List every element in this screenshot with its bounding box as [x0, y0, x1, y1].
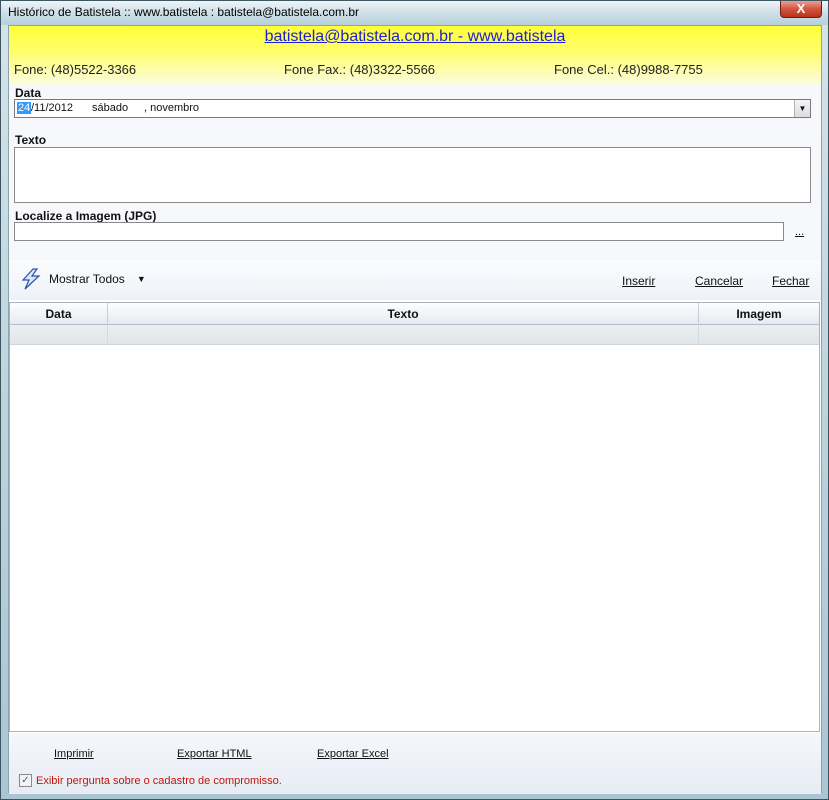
column-header-texto[interactable]: Texto [108, 303, 699, 325]
footer-bar: Imprimir Exportar HTML Exportar Excel ✓ … [9, 733, 821, 794]
confirm-checkbox-label[interactable]: Exibir pergunta sobre o cadastro de comp… [36, 775, 282, 787]
browse-button[interactable]: ... [795, 226, 804, 238]
date-month-name: , novembro [144, 102, 200, 114]
confirm-checkbox[interactable]: ✓ [19, 774, 32, 787]
entry-form: Data 24 /11/2012 sábado , novembro ▼ Tex… [9, 86, 821, 260]
table-cell[interactable] [108, 325, 699, 345]
confirm-checkbox-row[interactable]: ✓ Exibir pergunta sobre o cadastro de co… [19, 774, 282, 787]
email-website-link[interactable]: batistela@batistela.com.br - www.batiste… [9, 28, 821, 46]
app-window: Histórico de Batistela :: www.batistela … [0, 0, 829, 800]
export-excel-button[interactable]: Exportar Excel [317, 748, 389, 760]
close-form-button[interactable]: Fechar [772, 274, 809, 288]
cancel-button[interactable]: Cancelar [695, 274, 743, 288]
image-label: Localize a Imagem (JPG) [15, 209, 157, 223]
toolbar: Mostrar Todos ▼ Inserir Cancelar Fechar [9, 260, 821, 300]
table-cell[interactable] [10, 325, 108, 345]
chevron-down-icon[interactable]: ▼ [137, 274, 146, 284]
history-grid[interactable]: Data Texto Imagem [9, 302, 820, 732]
column-header-imagem[interactable]: Imagem [699, 303, 819, 325]
grid-header: Data Texto Imagem [10, 303, 819, 325]
table-row[interactable] [10, 325, 819, 345]
print-button[interactable]: Imprimir [54, 748, 94, 760]
contact-header: batistela@batistela.com.br - www.batiste… [9, 26, 821, 86]
export-html-button[interactable]: Exportar HTML [177, 748, 252, 760]
close-button[interactable]: X [780, 1, 822, 18]
insert-button[interactable]: Inserir [622, 274, 655, 288]
mostrar-todos-button[interactable]: Mostrar Todos ▼ [19, 268, 146, 290]
dropdown-arrow-icon[interactable]: ▼ [794, 100, 810, 117]
column-header-data[interactable]: Data [10, 303, 108, 325]
date-label: Data [15, 86, 42, 100]
date-day[interactable]: 24 [17, 102, 32, 114]
image-path-input[interactable] [14, 222, 784, 241]
lightning-icon [21, 268, 41, 290]
client-area: batistela@batistela.com.br - www.batiste… [8, 25, 822, 794]
date-weekday: sábado [92, 102, 129, 114]
fax-text: Fone Fax.: (48)3322-5566 [284, 62, 436, 77]
mostrar-todos-label: Mostrar Todos [49, 272, 125, 286]
phone-text: Fone: (48)5522-3366 [14, 62, 137, 77]
title-bar[interactable]: Histórico de Batistela :: www.batistela … [1, 1, 828, 25]
text-input[interactable] [14, 147, 811, 203]
date-month-year[interactable]: /11/2012 [31, 102, 73, 114]
cell-text: Fone Cel.: (48)9988-7755 [554, 62, 703, 77]
window-title: Histórico de Batistela :: www.batistela … [8, 5, 359, 19]
date-picker[interactable]: 24 /11/2012 sábado , novembro ▼ [14, 99, 811, 118]
table-cell[interactable] [699, 325, 819, 345]
text-label: Texto [15, 133, 47, 147]
